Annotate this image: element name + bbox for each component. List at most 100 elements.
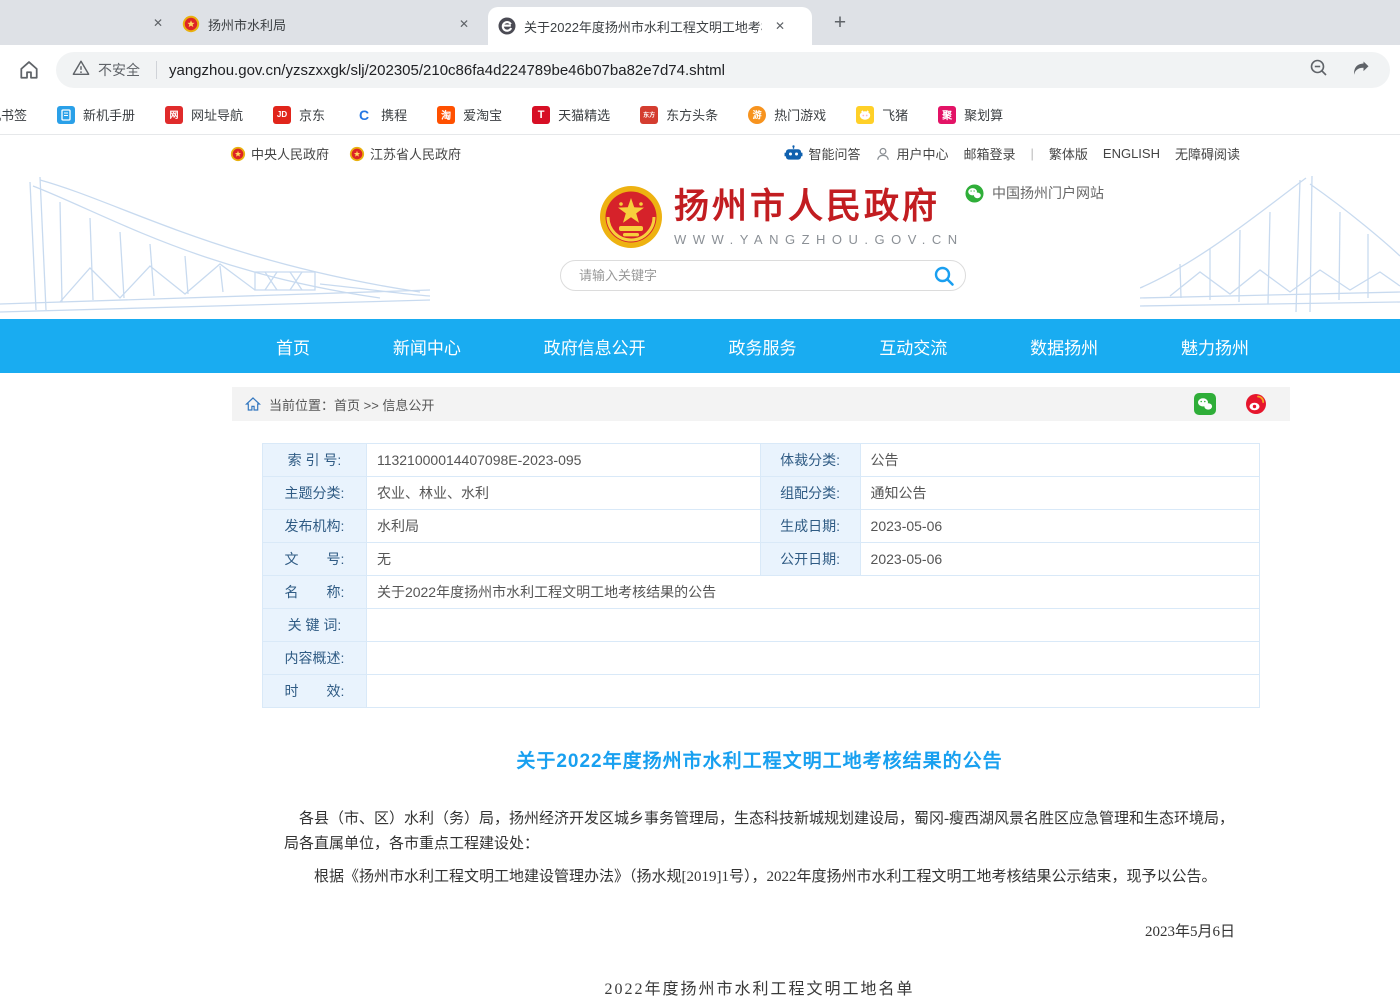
tab-yangzhou-water-bureau[interactable]: 扬州市水利局 ✕ — [172, 8, 488, 40]
smart-qa-link[interactable]: 智能问答 — [784, 144, 860, 163]
nav-site-icon: 网 — [165, 106, 183, 124]
document-meta-table: 索 引 号: 11321000014407098E-2023-095 体裁分类:… — [262, 443, 1260, 708]
juhuasuan-icon: 聚 — [938, 106, 956, 124]
site-e-favicon — [498, 17, 516, 35]
bookmark-item[interactable]: 飞猪 — [856, 105, 908, 124]
close-icon[interactable]: ✕ — [148, 13, 168, 33]
nav-item-data[interactable]: 数据扬州 — [1030, 334, 1098, 359]
gov-link-label: 江苏省人民政府 — [370, 144, 461, 163]
meta-value: 公告 — [860, 444, 1259, 477]
gov-links-bar: 中央人民政府 江苏省人民政府 智能问答 — [0, 135, 1400, 172]
wechat-share-icon[interactable] — [1194, 393, 1216, 415]
meta-label: 索 引 号: — [263, 444, 367, 477]
breadcrumb-bar: 当前位置：首页 >> 信息公开 — [232, 387, 1290, 421]
accessibility-link[interactable]: 无障碍阅读 — [1175, 144, 1240, 163]
zoom-out-icon[interactable] — [1308, 57, 1330, 84]
site-search — [560, 260, 966, 291]
tab-title: 扬州市水利局 — [208, 15, 446, 34]
robot-icon — [784, 145, 803, 162]
url-text[interactable]: yangzhou.gov.cn/yzszxxgk/slj/202305/210c… — [169, 62, 1308, 79]
jd-icon: JD — [273, 106, 291, 124]
bookmark-label: 携程 — [381, 105, 407, 124]
mailbox-login-link[interactable]: 邮箱登录 — [963, 144, 1015, 163]
games-icon: 游 — [748, 106, 766, 124]
bridge-sketch-left — [0, 172, 430, 319]
bookmark-item[interactable]: JD 京东 — [273, 105, 325, 124]
bookmark-item[interactable]: 淘 爱淘宝 — [437, 105, 502, 124]
bookmark-item[interactable]: T 天猫精选 — [532, 105, 610, 124]
ctrip-dolphin-icon: C — [355, 106, 373, 124]
bookmark-item[interactable]: 聚 聚划算 — [938, 105, 1003, 124]
meta-value: 无 — [366, 543, 760, 576]
table-row: 时 效: — [263, 675, 1260, 708]
meta-label: 主题分类: — [263, 477, 367, 510]
meta-label: 组配分类: — [760, 477, 860, 510]
gov-link-label: 智能问答 — [808, 144, 860, 163]
search-input[interactable] — [577, 267, 929, 284]
tab-announcement-active[interactable]: 关于2022年度扬州市水利工程文明工地考核结果的公告 ✕ — [488, 7, 812, 45]
taobao-icon: 淘 — [437, 106, 455, 124]
tmall-icon: T — [532, 106, 550, 124]
browser-toolbar: 不安全 yangzhou.gov.cn/yzszxxgk/slj/202305/… — [0, 45, 1400, 95]
meta-value — [366, 642, 1259, 675]
gov-link-label: 中央人民政府 — [251, 144, 329, 163]
bookmark-label: 网址导航 — [191, 105, 243, 124]
user-center-link[interactable]: 用户中心 — [875, 144, 948, 163]
national-emblem-icon — [230, 146, 246, 162]
wechat-icon — [965, 184, 984, 203]
security-label[interactable]: 不安全 — [98, 60, 140, 80]
address-bar[interactable]: 不安全 yangzhou.gov.cn/yzszxxgk/slj/202305/… — [56, 52, 1390, 88]
main-navigation: 首页 新闻中心 政府信息公开 政务服务 互动交流 数据扬州 魅力扬州 — [0, 319, 1400, 373]
meta-value — [366, 609, 1259, 642]
site-banner: 扬州市人民政府 WWW.YANGZHOU.GOV.CN 中国扬州门户网站 — [0, 172, 1400, 319]
bookmarks-bar: 机书签 新机手册 网 网址导航 JD 京东 C 携程 淘 爱淘宝 T 天猫精选 … — [0, 95, 1400, 135]
bookmark-item[interactable]: 东方 东方头条 — [640, 105, 718, 124]
breadcrumb[interactable]: 当前位置：首页 >> 信息公开 — [269, 395, 434, 414]
home-icon[interactable] — [16, 57, 42, 83]
new-tab-button[interactable]: + — [826, 9, 854, 37]
bookmark-item[interactable]: C 携程 — [355, 105, 407, 124]
nav-item-charm[interactable]: 魅力扬州 — [1181, 334, 1249, 359]
search-icon[interactable] — [929, 263, 959, 289]
bookmark-label: 热门游戏 — [774, 105, 826, 124]
meta-value — [366, 675, 1259, 708]
table-row: 发布机构: 水利局 生成日期: 2023-05-06 — [263, 510, 1260, 543]
nav-item-info-disclosure[interactable]: 政府信息公开 — [544, 334, 646, 359]
table-row: 文 号: 无 公开日期: 2023-05-06 — [263, 543, 1260, 576]
weibo-share-icon[interactable] — [1245, 393, 1267, 415]
meta-value: 水利局 — [366, 510, 760, 543]
toutiao-icon: 东方 — [640, 106, 658, 124]
article-list-title: 2022年度扬州市水利工程文明工地名单 — [284, 975, 1235, 997]
english-link[interactable]: ENGLISH — [1103, 146, 1160, 161]
table-row: 索 引 号: 11321000014407098E-2023-095 体裁分类:… — [263, 444, 1260, 477]
meta-label: 体裁分类: — [760, 444, 860, 477]
tab-title: 关于2022年度扬州市水利工程文明工地考核结果的公告 — [524, 17, 762, 36]
bookmark-item[interactable]: 机书签 — [0, 105, 27, 124]
nav-item-home[interactable]: 首页 — [276, 334, 310, 359]
content-area: 当前位置：首页 >> 信息公开 索 引 号: 11321000014407098… — [232, 387, 1290, 997]
link-jiangsu-government[interactable]: 江苏省人民政府 — [349, 144, 461, 163]
gov-link-label: 用户中心 — [896, 144, 948, 163]
nav-item-interaction[interactable]: 互动交流 — [879, 334, 947, 359]
link-central-government[interactable]: 中央人民政府 — [230, 144, 329, 163]
nav-item-services[interactable]: 政务服务 — [728, 334, 796, 359]
traditional-chinese-link[interactable]: 繁体版 — [1049, 144, 1088, 163]
close-icon[interactable]: ✕ — [770, 16, 790, 36]
site-logo[interactable]: 扬州市人民政府 WWW.YANGZHOU.GOV.CN — [598, 184, 964, 250]
nav-item-news[interactable]: 新闻中心 — [393, 334, 461, 359]
browser-tab-strip: ✕ 扬州市水利局 ✕ 关于2022年度扬州市水利工程文明工地考核结果的公告 ✕ … — [0, 0, 1400, 45]
site-name: 扬州市人民政府 — [674, 184, 964, 230]
portal-link[interactable]: 中国扬州门户网站 — [965, 183, 1104, 203]
article-date: 2023年5月6日 — [284, 920, 1235, 941]
national-emblem-favicon — [182, 15, 200, 33]
bookmark-item[interactable]: 网 网址导航 — [165, 105, 243, 124]
close-icon[interactable]: ✕ — [454, 14, 474, 34]
table-row: 名 称: 关于2022年度扬州市水利工程文明工地考核结果的公告 — [263, 576, 1260, 609]
bookmark-item[interactable]: 新机手册 — [57, 105, 135, 124]
home-icon — [245, 397, 261, 411]
bookmark-item[interactable]: 游 热门游戏 — [748, 105, 826, 124]
meta-label: 文 号: — [263, 543, 367, 576]
article-title: 关于2022年度扬州市水利工程文明工地考核结果的公告 — [284, 746, 1235, 773]
share-icon[interactable] — [1350, 57, 1372, 84]
article-paragraph: 根据《扬州市水利工程文明工地建设管理办法》（扬水规[2019]1号），2022年… — [284, 865, 1235, 890]
